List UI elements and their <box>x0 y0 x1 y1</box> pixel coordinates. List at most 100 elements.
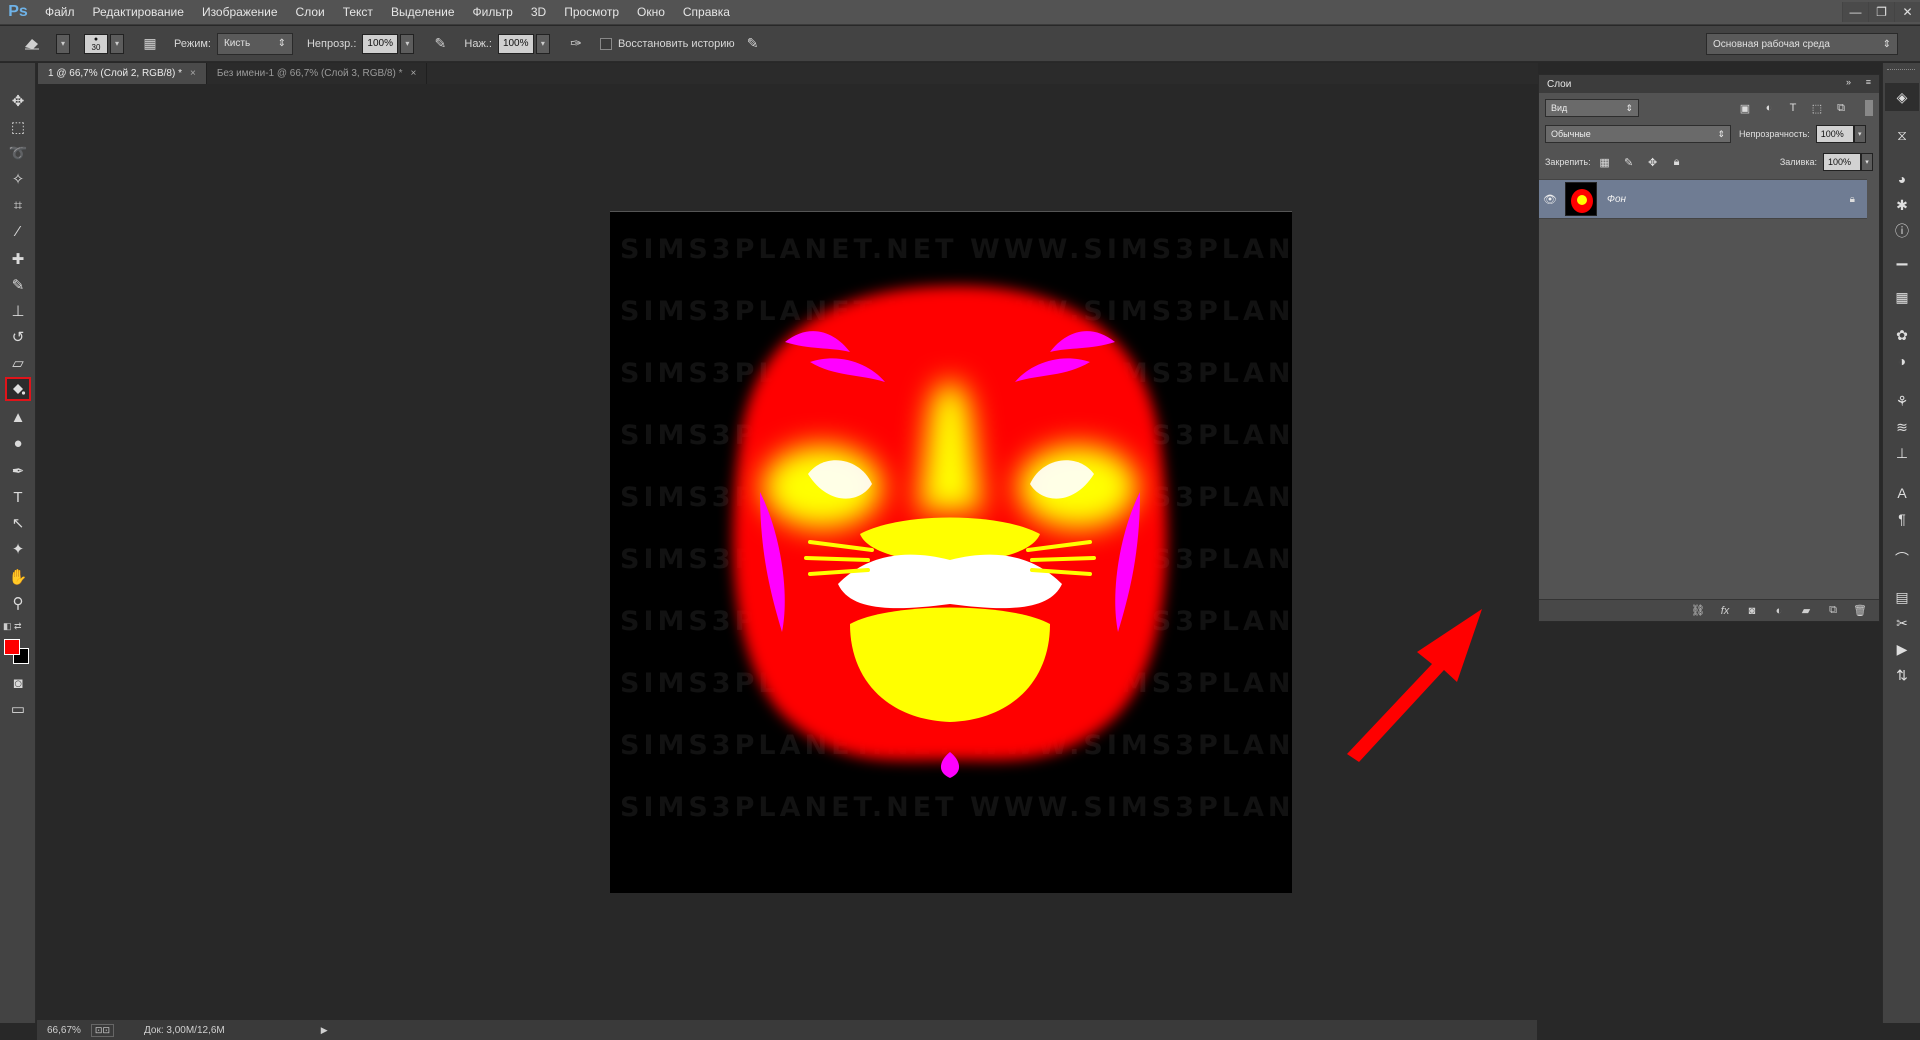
add-mask-icon[interactable]: ◙ <box>1743 603 1761 619</box>
adjustment-layer-icon[interactable]: ◐ <box>1770 603 1788 619</box>
hand-tool-icon[interactable]: ✋ <box>5 565 31 589</box>
brush-size-dropdown[interactable]: ▾ <box>110 33 124 54</box>
fill-dropdown[interactable]: ▾ <box>1861 153 1873 171</box>
pressure-dropdown[interactable]: ▾ <box>535 33 550 54</box>
paragraph-dock-icon[interactable]: ¶ <box>1892 509 1912 529</box>
eraser-tool-icon[interactable]: ▱ <box>5 351 31 375</box>
styles-dock-icon[interactable]: ✿ <box>1892 325 1912 345</box>
move-tool-icon[interactable]: ✥ <box>5 89 31 113</box>
status-menu-arrow-icon[interactable]: ▶ <box>321 1025 328 1036</box>
menu-image[interactable]: Изображение <box>193 0 287 25</box>
brushes-dock-icon[interactable]: ≋ <box>1892 417 1912 437</box>
healing-brush-tool-icon[interactable]: ✚ <box>5 247 31 271</box>
foreground-color-swatch[interactable] <box>4 639 20 655</box>
color-dock-icon[interactable]: ◕ <box>1892 169 1912 189</box>
tool-presets-dock-icon[interactable]: ✂ <box>1892 613 1912 633</box>
delete-layer-trash-icon[interactable]: 🗑︎ <box>1851 603 1869 619</box>
filter-smart-object-icon[interactable]: ⧉ <box>1833 100 1849 116</box>
path-selection-tool-icon[interactable]: ↖ <box>5 511 31 535</box>
eraser-tool-preset-icon[interactable] <box>20 32 44 56</box>
airbrush-icon[interactable]: ✑ <box>564 32 588 56</box>
clone-source-dock-icon[interactable]: ⊥ <box>1892 443 1912 463</box>
lasso-tool-icon[interactable]: ➰ <box>5 141 31 165</box>
menu-help[interactable]: Справка <box>674 0 739 25</box>
marquee-tool-icon[interactable]: ⬚ <box>5 115 31 139</box>
menu-edit[interactable]: Редактирование <box>84 0 193 25</box>
tab-document-2[interactable]: Без имени-1 @ 66,7% (Слой 3, RGB/8) * × <box>207 63 428 84</box>
clone-stamp-tool-icon[interactable]: ⊥ <box>5 299 31 323</box>
lock-position-icon[interactable]: ✥ <box>1645 154 1661 170</box>
type-tool-icon[interactable]: T <box>5 485 31 509</box>
tab-close-icon[interactable]: × <box>190 68 196 79</box>
layers-panel-title[interactable]: Слои <box>1547 79 1571 90</box>
pen-tool-icon[interactable]: ✒ <box>5 459 31 483</box>
brush-panel-icon[interactable]: ▦ <box>138 32 162 56</box>
visibility-eye-icon[interactable]: 👁︎ <box>1539 193 1561 206</box>
lock-transparency-icon[interactable]: ▦ <box>1597 154 1613 170</box>
workspace-select[interactable]: Основная рабочая среда ⇕ <box>1706 33 1898 55</box>
new-group-folder-icon[interactable]: ▰ <box>1797 603 1815 619</box>
new-layer-icon[interactable]: ⧉ <box>1824 603 1842 619</box>
filter-adjustment-icon[interactable]: ◐ <box>1761 100 1777 116</box>
filter-image-icon[interactable]: ▣ <box>1737 100 1753 116</box>
minimize-button[interactable]: — <box>1842 2 1868 22</box>
info-dock-icon[interactable]: ⓘ <box>1892 221 1912 241</box>
panel-menu-icon[interactable]: ≡ <box>1866 77 1871 87</box>
layer-style-fx-icon[interactable]: fx <box>1716 603 1734 619</box>
opacity-dropdown[interactable]: ▾ <box>400 33 415 54</box>
mode-select[interactable]: Кисть ⇕ <box>216 32 293 55</box>
collapse-panel-icon[interactable]: » <box>1846 77 1851 87</box>
opacity-input[interactable]: 100% <box>362 33 399 54</box>
quick-mask-icon[interactable]: ◙ <box>5 671 31 695</box>
character-dock-icon[interactable]: A <box>1892 483 1912 503</box>
menu-select[interactable]: Выделение <box>382 0 464 25</box>
filter-shape-icon[interactable]: ⬚ <box>1809 100 1825 116</box>
menu-layers[interactable]: Слои <box>287 0 334 25</box>
menu-filter[interactable]: Фильтр <box>464 0 522 25</box>
filter-toggle-switch[interactable] <box>1865 100 1873 116</box>
layer-row-background[interactable]: 👁︎ Фон 🔒︎ <box>1539 179 1867 219</box>
adjustments-dock-icon[interactable]: ◑ <box>1892 351 1912 371</box>
histogram-dock-icon[interactable]: ▁ <box>1892 247 1912 267</box>
brush-size-picker[interactable]: ● 30 <box>84 33 108 54</box>
eyedropper-tool-icon[interactable]: ⁄ <box>5 219 31 243</box>
menu-view[interactable]: Просмотр <box>555 0 628 25</box>
tab-document-1[interactable]: 1 @ 66,7% (Слой 2, RGB/8) * × <box>38 63 207 84</box>
filter-type-icon[interactable]: T <box>1785 100 1801 116</box>
shape-tool-icon[interactable]: ✦ <box>5 537 31 561</box>
restore-history-checkbox[interactable] <box>599 37 612 50</box>
crop-tool-icon[interactable]: ⌗ <box>5 193 31 217</box>
menu-3d[interactable]: 3D <box>522 0 555 25</box>
grid-dock-icon[interactable]: ▦ <box>1892 287 1912 307</box>
zoom-level[interactable]: 66,67% <box>47 1025 81 1036</box>
pressure-input[interactable]: 100% <box>497 33 534 54</box>
default-colors-icon[interactable]: ◧ ⇄ <box>3 621 22 632</box>
layer-name[interactable]: Фон <box>1607 194 1626 205</box>
close-button[interactable]: ✕ <box>1894 2 1920 22</box>
actions-dock-icon[interactable]: ▶ <box>1892 639 1912 659</box>
lock-pixels-icon[interactable]: ✎ <box>1621 154 1637 170</box>
timeline-dock-icon[interactable]: ⇅ <box>1892 665 1912 685</box>
brush-tool-icon[interactable]: ✎ <box>5 273 31 297</box>
blend-mode-select[interactable]: Обычные ⇕ <box>1545 125 1731 143</box>
fill-input[interactable]: 100% <box>1823 153 1861 171</box>
layers-dock-icon[interactable]: ◈ <box>1892 87 1912 107</box>
lock-all-icon[interactable]: 🔒︎ <box>1669 154 1685 170</box>
airbrush-pressure-icon[interactable]: ✎ <box>428 32 452 56</box>
tab-close-icon[interactable]: × <box>411 68 417 79</box>
menu-file[interactable]: Файл <box>36 0 84 25</box>
swatches-dock-icon[interactable]: ✱ <box>1892 195 1912 215</box>
blur-tool-icon[interactable]: ▲ <box>5 405 31 429</box>
layer-filter-kind-select[interactable]: Вид ⇕ <box>1545 99 1639 117</box>
document-canvas[interactable]: SIMS3PLANET.NET WWW.SIMS3PLANET SIMS3PLA… <box>610 211 1292 893</box>
dodge-tool-icon[interactable]: ● <box>5 431 31 455</box>
paint-bucket-tool-icon[interactable] <box>5 377 31 401</box>
tablet-pressure-icon[interactable]: ✎ <box>741 32 765 56</box>
link-layers-icon[interactable]: ⛓ <box>1689 603 1707 619</box>
tool-preset-dropdown[interactable]: ▾ <box>56 33 70 54</box>
menu-text[interactable]: Текст <box>334 0 382 25</box>
restore-button[interactable]: ❐ <box>1868 2 1894 22</box>
history-brush-tool-icon[interactable]: ↺ <box>5 325 31 349</box>
menu-window[interactable]: Окно <box>628 0 674 25</box>
paths-dock-icon[interactable]: ⌒ <box>1892 549 1912 569</box>
